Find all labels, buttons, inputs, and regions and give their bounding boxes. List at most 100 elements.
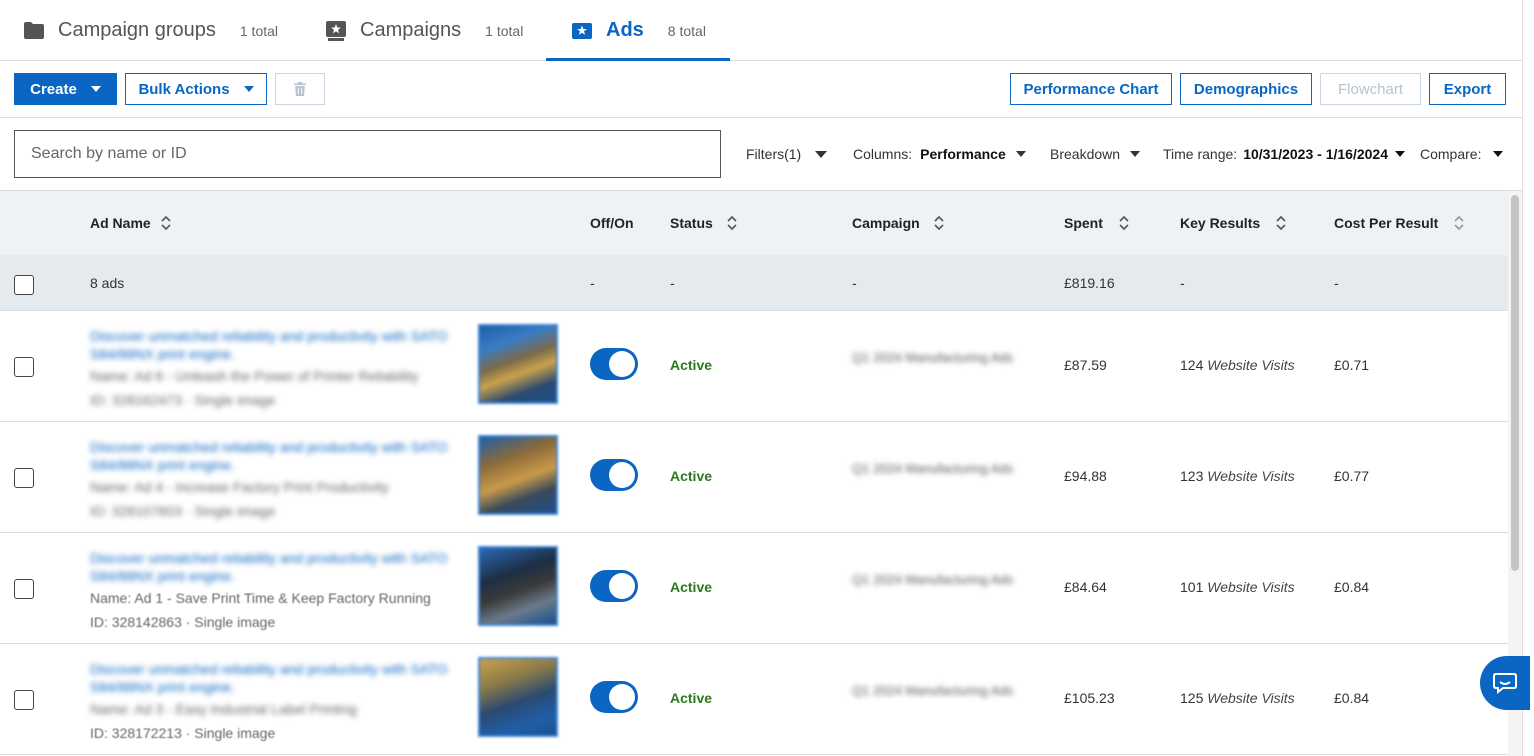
cost-per-result-value: £0.71: [1334, 357, 1370, 373]
bulk-actions-button[interactable]: Bulk Actions: [125, 73, 267, 105]
filter-bar: Filters(1) Columns: Performance Breakdow…: [0, 118, 1522, 191]
column-status[interactable]: Status: [670, 191, 737, 255]
ad-thumbnail[interactable]: [478, 435, 558, 515]
ad-title-link[interactable]: Discover unmatched reliability and produ…: [90, 549, 460, 585]
entity-tabs: Campaign groups 1 total Campaigns 1 tota…: [0, 0, 1522, 61]
sort-icon: [1276, 216, 1286, 230]
column-cost-per-result[interactable]: Cost Per Result: [1334, 191, 1464, 255]
table-row: Discover unmatched reliability and produ…: [0, 644, 1508, 755]
results-count: 123: [1180, 468, 1204, 484]
demographics-button[interactable]: Demographics: [1180, 73, 1312, 105]
campaign-link[interactable]: Q1 2024 Manufacturing Ads: [852, 349, 1027, 366]
status-badge: Active: [670, 579, 713, 595]
scrollbar-thumb[interactable]: [1511, 195, 1519, 571]
ad-title-link[interactable]: Discover unmatched reliability and produ…: [90, 327, 460, 363]
ad-title-link[interactable]: Discover unmatched reliability and produ…: [90, 438, 460, 474]
chat-icon: [1493, 673, 1517, 694]
row-checkbox[interactable]: [14, 357, 34, 377]
compare-dropdown[interactable]: Compare:: [1420, 146, 1504, 162]
column-spent[interactable]: Spent: [1064, 191, 1129, 255]
time-range-value: 10/31/2023 - 1/16/2024: [1243, 146, 1388, 162]
time-range-label: Time range:: [1163, 146, 1238, 162]
ad-id: ID: 328162473 · Single image: [90, 392, 276, 408]
ad-icon: [572, 22, 592, 39]
ad-toggle[interactable]: [590, 570, 638, 602]
tab-campaign-groups[interactable]: Campaign groups 1 total: [24, 0, 278, 61]
cost-per-result-value: £0.84: [1334, 579, 1370, 595]
delete-button[interactable]: [275, 73, 325, 105]
ad-id: ID: 328142863 · Single image: [90, 614, 276, 630]
filters-dropdown[interactable]: Filters(1): [746, 146, 828, 162]
summary-cost-per-result: -: [1334, 275, 1339, 291]
column-ad-name[interactable]: Ad Name: [90, 191, 171, 255]
summary-spent: £819.16: [1064, 275, 1115, 291]
breakdown-dropdown[interactable]: Breakdown: [1050, 146, 1141, 162]
export-button[interactable]: Export: [1429, 73, 1506, 105]
results-type: Website Visits: [1207, 690, 1295, 706]
campaign-manager-page: Campaign groups 1 total Campaigns 1 tota…: [0, 0, 1534, 756]
columns-dropdown[interactable]: Columns: Performance: [853, 146, 1026, 162]
results-type: Website Visits: [1207, 579, 1295, 595]
summary-key-results: -: [1180, 275, 1185, 291]
column-label: Spent: [1064, 215, 1103, 231]
bulk-actions-label: Bulk Actions: [138, 80, 230, 98]
create-button-label: Create: [30, 80, 77, 98]
ad-info: Discover unmatched reliability and produ…: [90, 438, 460, 522]
column-key-results[interactable]: Key Results: [1180, 191, 1286, 255]
folder-icon: [24, 22, 44, 39]
cost-per-result-value: £0.77: [1334, 468, 1370, 484]
spent-value: £105.23: [1064, 690, 1115, 706]
create-button[interactable]: Create: [14, 73, 117, 105]
table-row: Discover unmatched reliability and produ…: [0, 533, 1508, 644]
flowchart-button[interactable]: Flowchart: [1320, 73, 1421, 105]
row-checkbox[interactable]: [14, 468, 34, 488]
key-results-value: 125 Website Visits: [1180, 690, 1295, 706]
column-campaign[interactable]: Campaign: [852, 191, 944, 255]
column-label: Status: [670, 215, 713, 231]
tab-campaigns[interactable]: Campaigns 1 total: [326, 0, 523, 61]
chevron-down-icon: [243, 86, 254, 92]
campaign-link[interactable]: Q1 2024 Manufacturing Ads: [852, 460, 1027, 477]
column-label: Cost Per Result: [1334, 215, 1439, 231]
column-off-on: Off/On: [590, 191, 634, 255]
sort-icon: [934, 216, 944, 230]
ad-title-link[interactable]: Discover unmatched reliability and produ…: [90, 660, 460, 696]
campaign-link[interactable]: Q1 2024 Manufacturing Ads: [852, 571, 1027, 588]
ad-toggle[interactable]: [590, 459, 638, 491]
compare-label: Compare:: [1420, 146, 1482, 162]
results-type: Website Visits: [1207, 357, 1295, 373]
select-all-checkbox[interactable]: [14, 275, 34, 295]
ad-toggle[interactable]: [590, 348, 638, 380]
spent-value: £87.59: [1064, 357, 1107, 373]
key-results-value: 123 Website Visits: [1180, 468, 1295, 484]
search-input[interactable]: [14, 130, 721, 178]
performance-chart-button[interactable]: Performance Chart: [1010, 73, 1172, 105]
tab-ads[interactable]: Ads 8 total: [546, 0, 730, 61]
chevron-down-icon: [90, 86, 101, 92]
row-checkbox[interactable]: [14, 579, 34, 599]
column-label: Key Results: [1180, 215, 1261, 231]
sort-icon: [161, 216, 171, 230]
ad-info: Discover unmatched reliability and produ…: [90, 660, 460, 744]
tab-label: Campaign groups: [58, 19, 216, 41]
toolbar: Create Bulk Actions Performance Chart De…: [0, 61, 1522, 118]
summary-campaign: -: [852, 275, 857, 291]
tab-count: 1 total: [485, 22, 524, 39]
ad-thumbnail[interactable]: [478, 324, 558, 404]
ad-thumbnail[interactable]: [478, 657, 558, 737]
status-badge: Active: [670, 357, 713, 373]
time-range-dropdown[interactable]: Time range: 10/31/2023 - 1/16/2024: [1163, 146, 1405, 162]
chevron-down-icon: [1394, 151, 1405, 157]
filters-label: Filters(1): [746, 146, 802, 162]
tab-count: 1 total: [239, 22, 279, 39]
summary-row: 8 ads - - - £819.16 - -: [0, 255, 1508, 311]
chevron-down-icon: [1130, 151, 1141, 157]
summary-off-on: -: [590, 275, 595, 291]
campaign-link[interactable]: Q1 2024 Manufacturing Ads: [852, 682, 1027, 699]
help-chat-button[interactable]: [1480, 656, 1530, 710]
columns-label: Columns:: [853, 146, 913, 162]
results-count: 124: [1180, 357, 1204, 373]
row-checkbox[interactable]: [14, 690, 34, 710]
ad-toggle[interactable]: [590, 681, 638, 713]
ad-thumbnail[interactable]: [478, 546, 558, 626]
